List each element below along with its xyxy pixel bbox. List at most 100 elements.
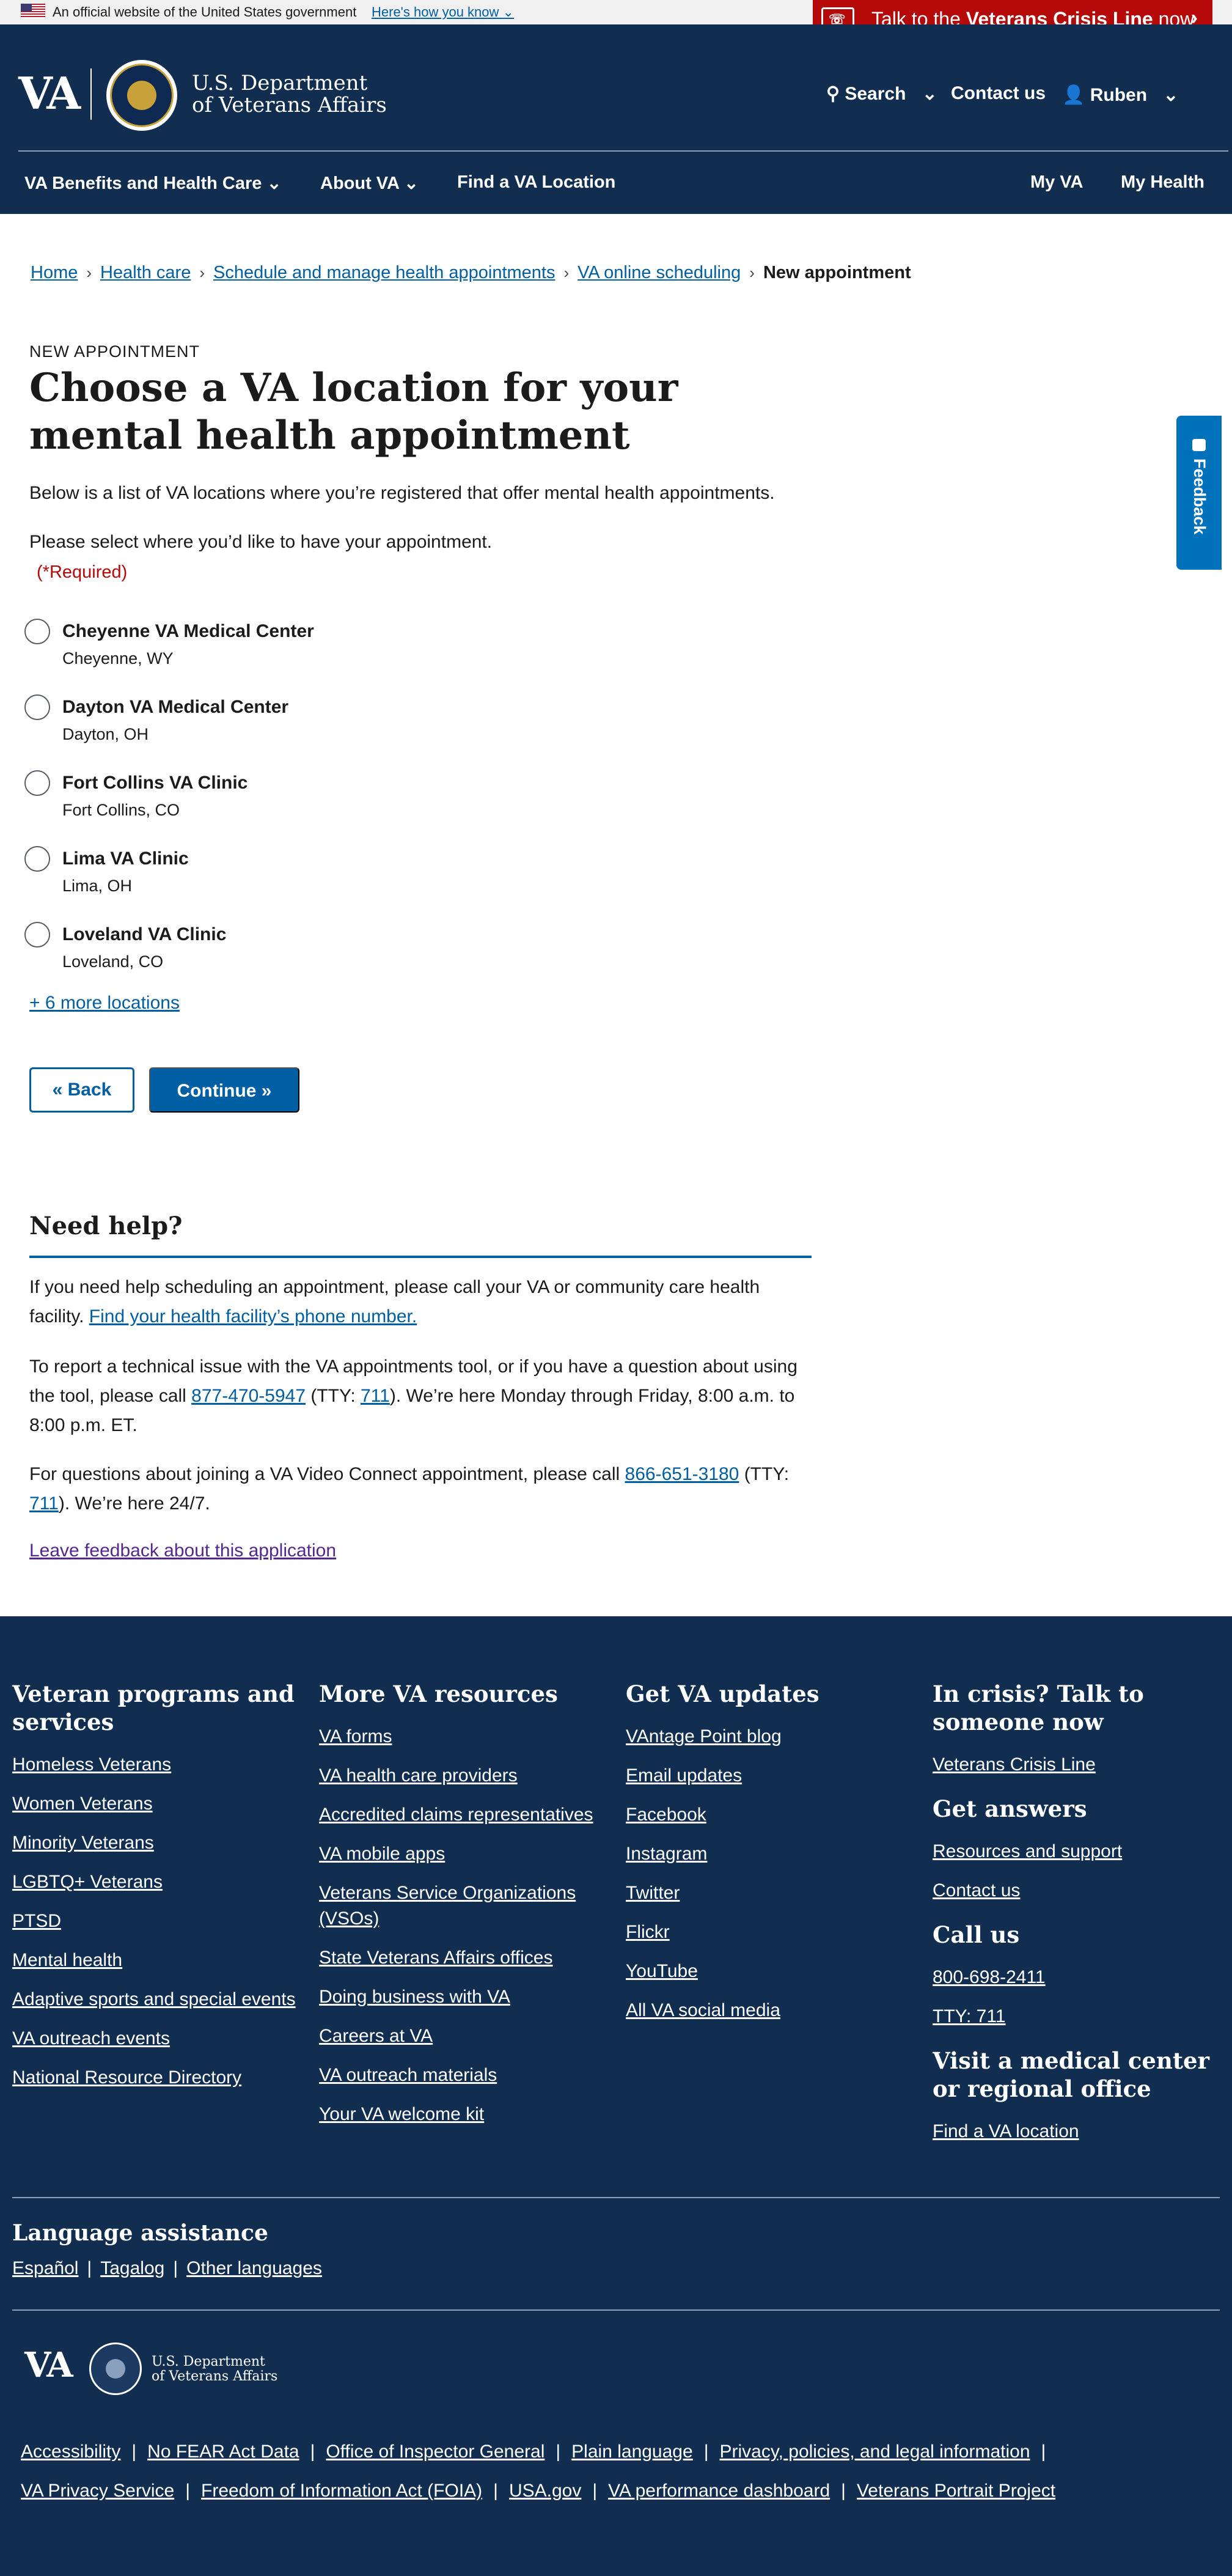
feedback-bubble-icon (1192, 439, 1206, 451)
site-header: VA U.S. Department of Veterans Affairs ⚲… (0, 24, 1232, 214)
help-p3-c: ). We’re here 24/7. (58, 1493, 210, 1514)
footer-link[interactable]: Contact us (933, 1878, 1220, 1904)
footer-link[interactable]: Adaptive sports and special events (12, 1987, 299, 2012)
radio-button[interactable] (24, 694, 50, 720)
footer-link[interactable]: All VA social media (626, 1998, 913, 2023)
footer-link[interactable]: Email updates (626, 1763, 913, 1789)
legal-link[interactable]: Veterans Portrait Project (857, 2481, 1055, 2501)
nav-about[interactable]: About VA ⌄ (320, 172, 419, 194)
footer-col-title: In crisis? Talk to someone now (933, 1680, 1144, 1735)
breadcrumb-separator: › (86, 263, 92, 282)
footer-link[interactable]: Instagram (626, 1841, 913, 1867)
footer-link[interactable]: VAntage Point blog (626, 1724, 913, 1750)
va-logo[interactable]: VA (18, 67, 81, 119)
language-links: Español | Tagalog | Other languages (12, 2258, 322, 2279)
separator: | (173, 2258, 178, 2278)
contact-us-link[interactable]: Contact us (951, 83, 1046, 104)
radio-button[interactable] (24, 922, 50, 948)
video-connect-phone-link[interactable]: 866-651-3180 (625, 1464, 739, 1484)
footer-link[interactable]: Find a VA location (933, 2119, 1220, 2144)
legal-link[interactable]: Freedom of Information Act (FOIA) (201, 2481, 482, 2501)
footer-link[interactable]: Mental health (12, 1948, 299, 1973)
breadcrumb-health-care[interactable]: Health care (100, 263, 191, 282)
leave-feedback-link[interactable]: Leave feedback about this application (29, 1540, 336, 1561)
footer-link[interactable]: YouTube (626, 1959, 913, 1984)
radio-button[interactable] (24, 846, 50, 872)
legal-link[interactable]: VA Privacy Service (21, 2481, 174, 2501)
footer-col-title: Visit a medical center or regional offic… (933, 2047, 1209, 2102)
footer-link[interactable]: Twitter (626, 1880, 913, 1906)
need-help-heading: Need help? (29, 1212, 183, 1240)
breadcrumb-schedule[interactable]: Schedule and manage health appointments (213, 263, 555, 282)
back-button[interactable]: « Back (29, 1067, 134, 1113)
page-title: Choose a VA location for your mental hea… (29, 365, 678, 458)
footer-link[interactable]: Facebook (626, 1802, 913, 1828)
legal-link[interactable]: Accessibility (21, 2442, 120, 2462)
breadcrumb-current: New appointment (763, 263, 911, 282)
footer-link[interactable]: National Resource Directory (12, 2065, 299, 2091)
footer-link[interactable]: VA mobile apps (319, 1841, 606, 1867)
footer-link[interactable]: VA forms (319, 1724, 606, 1750)
continue-button[interactable]: Continue » (149, 1067, 299, 1113)
find-facility-phone-link[interactable]: Find your health facility’s phone number… (89, 1306, 417, 1327)
separator: | (1041, 2442, 1046, 2462)
footer-link[interactable]: State Veterans Affairs offices (319, 1945, 606, 1971)
feedback-tab[interactable]: Feedback (1176, 416, 1222, 570)
footer-link[interactable]: Flickr (626, 1919, 913, 1945)
va-seal-icon (89, 2342, 142, 2395)
footer-col-crisis: In crisis? Talk to someone now Veterans … (933, 1680, 1220, 2158)
footer-link[interactable]: Veterans Service Organizations (VSOs) (319, 1880, 594, 1932)
legal-link[interactable]: Privacy, policies, and legal information (719, 2442, 1030, 2462)
radio-button[interactable] (24, 619, 50, 644)
legal-link[interactable]: Office of Inspector General (326, 2442, 544, 2462)
footer-link[interactable]: VA outreach materials (319, 2063, 606, 2088)
language-link[interactable]: Tagalog (100, 2258, 164, 2278)
language-link[interactable]: Español (12, 2258, 78, 2278)
legal-link[interactable]: No FEAR Act Data (147, 2442, 299, 2462)
footer-link[interactable]: Accredited claims representatives (319, 1802, 606, 1828)
footer-link[interactable]: Homeless Veterans (12, 1752, 299, 1778)
footer-link[interactable]: VA health care providers (319, 1763, 606, 1789)
nav-find-location[interactable]: Find a VA Location (457, 172, 615, 193)
tty-link[interactable]: 711 (361, 1386, 390, 1406)
radio-button[interactable] (24, 770, 50, 796)
tty-link[interactable]: 711 (29, 1493, 59, 1514)
footer-link[interactable]: VA outreach events (12, 2026, 299, 2052)
feedback-label: Feedback (1190, 458, 1209, 535)
nav-benefits[interactable]: VA Benefits and Health Care ⌄ (24, 172, 282, 194)
footer-link[interactable]: 800-698-2411 (933, 1965, 1220, 1990)
how-you-know-link[interactable]: Here's how you know ⌄ (372, 4, 514, 20)
footer-link[interactable]: Veterans Crisis Line (933, 1752, 1220, 1778)
footer-link[interactable]: Careers at VA (319, 2023, 606, 2049)
tech-support-phone-link[interactable]: 877-470-5947 (191, 1386, 306, 1406)
help-p3-b: (TTY: (739, 1464, 790, 1484)
breadcrumb-online-scheduling[interactable]: VA online scheduling (578, 263, 741, 282)
footer-link[interactable]: Resources and support (933, 1839, 1220, 1864)
breadcrumb-home[interactable]: Home (31, 263, 78, 282)
footer-link[interactable]: Your VA welcome kit (319, 2102, 606, 2127)
language-link[interactable]: Other languages (186, 2258, 322, 2278)
legal-link[interactable]: USA.gov (509, 2481, 581, 2501)
more-locations-link[interactable]: + 6 more locations (29, 993, 180, 1014)
legal-link[interactable]: VA performance dashboard (608, 2481, 830, 2501)
separator: | (703, 2442, 709, 2462)
footer-va-logo[interactable]: VA (24, 2345, 73, 2385)
search-menu[interactable]: ⚲ Search ⌄ (826, 83, 937, 105)
us-flag-icon (21, 4, 45, 18)
legal-link[interactable]: Plain language (571, 2442, 693, 2462)
location-name: Loveland VA Clinic (62, 924, 227, 944)
breadcrumb: Home › Health care › Schedule and manage hea… (31, 263, 911, 283)
footer-link[interactable]: Women Veterans (12, 1791, 299, 1817)
user-name: Ruben (1090, 85, 1148, 105)
nav-my-va[interactable]: My VA (1030, 172, 1083, 193)
nav-my-health[interactable]: My Health (1121, 172, 1204, 193)
footer-link[interactable]: TTY: 711 (933, 2004, 1220, 2030)
footer-col-title: Veteran programs and services (12, 1680, 295, 1735)
user-menu[interactable]: 👤 Ruben ⌄ (1062, 84, 1179, 106)
footer-link[interactable]: Minority Veterans (12, 1830, 299, 1856)
footer-link[interactable]: PTSD (12, 1908, 299, 1934)
breadcrumb-separator: › (749, 263, 755, 282)
footer-link[interactable]: Doing business with VA (319, 1984, 606, 2010)
chevron-down-icon: ⌄ (266, 174, 282, 193)
footer-link[interactable]: LGBTQ+ Veterans (12, 1869, 299, 1895)
